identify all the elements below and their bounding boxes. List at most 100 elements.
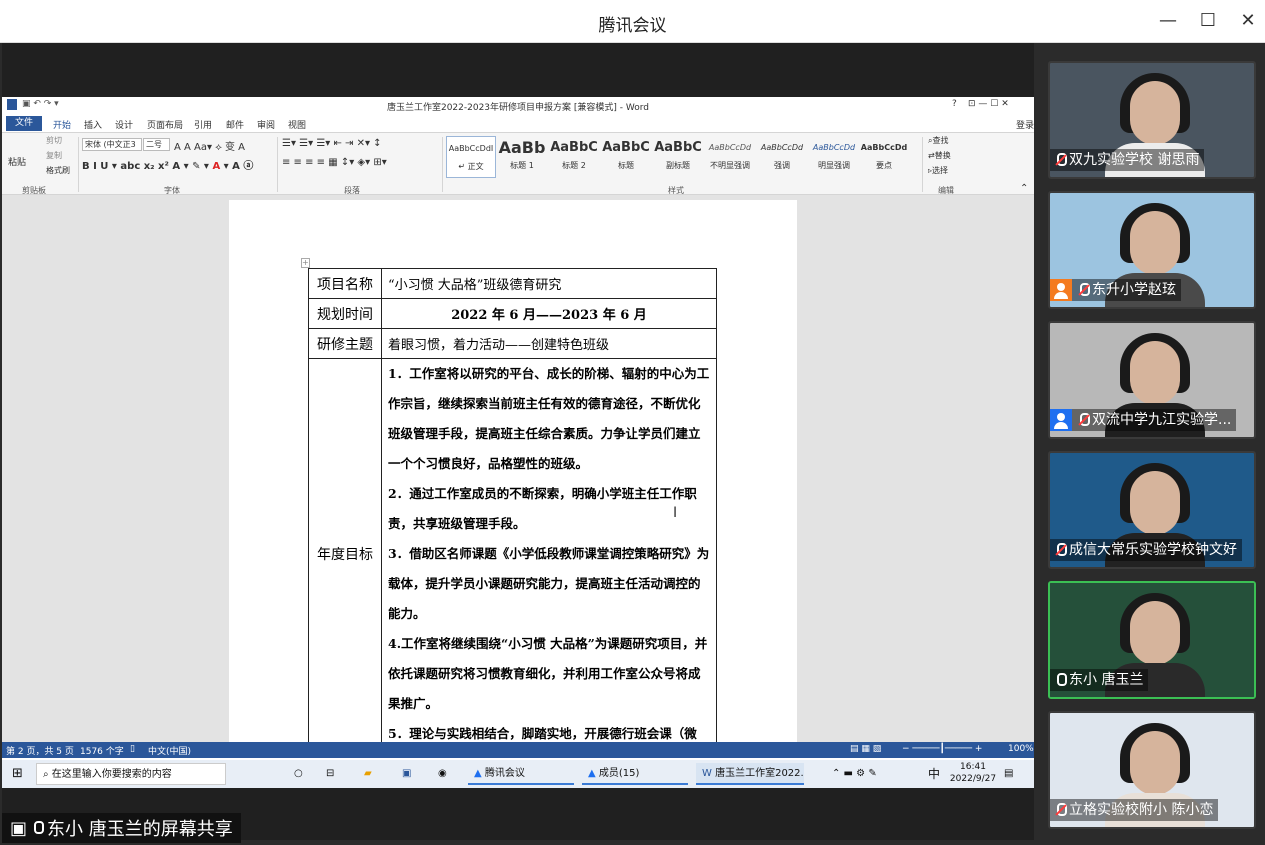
tab-view[interactable]: 视图 bbox=[288, 118, 306, 131]
taskbar-search[interactable]: ⌕ 在这里输入你要搜索的内容 bbox=[36, 763, 226, 785]
font-format-icons[interactable]: B I U ▾ abc x₂ x² A ▾ ✎ ▾ A ▾ A ⓐ bbox=[82, 157, 253, 172]
login-link[interactable]: 登录 bbox=[1016, 118, 1034, 131]
participant-tile[interactable]: 双流中学九江实验学... bbox=[1048, 321, 1256, 439]
page-count[interactable]: 第 2 页，共 5 页 bbox=[6, 744, 74, 757]
paste-button[interactable]: 粘贴 bbox=[8, 155, 26, 168]
ribbon: 粘贴 剪切 复制 格式刷 剪贴板 宋体 (中文正3 二号 A A Aa▾ ⟡ 变… bbox=[2, 132, 1034, 195]
table-row: 规划时间 2022 年 6 月——2023 年 6 月 bbox=[308, 298, 717, 329]
mic-icon bbox=[31, 821, 45, 835]
list-icons[interactable]: ☰▾ ☰▾ ☰▾ ⇤ ⇥ ✕▾ ↕ bbox=[282, 138, 382, 149]
close-button[interactable]: ✕ bbox=[1236, 10, 1260, 31]
cut-button[interactable]: 剪切 bbox=[46, 135, 62, 146]
select-button[interactable]: ▹选择 bbox=[928, 165, 948, 176]
participant-name-tag: 东小 唐玉兰 bbox=[1050, 669, 1149, 691]
tab-insert[interactable]: 插入 bbox=[84, 118, 102, 131]
task-view-icon[interactable]: ⊟ bbox=[326, 763, 334, 785]
word-icon: W bbox=[702, 768, 716, 779]
participant-tile-active-speaker[interactable]: 东小 唐玉兰 bbox=[1048, 581, 1256, 699]
tab-layout[interactable]: 页面布局 bbox=[147, 118, 183, 131]
taskbar-app-word[interactable]: W 唐玉兰工作室2022... bbox=[696, 763, 804, 785]
tab-file[interactable]: 文件 bbox=[6, 116, 42, 131]
style-emphasis[interactable]: AaBbCcDd 强调 bbox=[757, 136, 807, 178]
tab-home[interactable]: 开始 bbox=[53, 118, 71, 131]
find-button[interactable]: ⌕查找 bbox=[928, 135, 948, 146]
mic-icon bbox=[1054, 673, 1067, 687]
replace-button[interactable]: ⇄替换 bbox=[928, 150, 951, 161]
language-status[interactable]: 中文(中国) bbox=[148, 744, 191, 757]
participant-tile[interactable]: 东升小学赵玹 bbox=[1048, 191, 1256, 309]
maximize-button[interactable]: ☐ bbox=[1196, 10, 1220, 31]
tencent-meeting-icon: ▲ bbox=[474, 768, 485, 779]
collapse-ribbon-icon[interactable]: ⌃ bbox=[1020, 183, 1028, 194]
participant-tile[interactable]: 立格实验校附小 陈小恋 bbox=[1048, 711, 1256, 829]
font-size-grow-icon[interactable]: A A Aa▾ ⟡ 变 A bbox=[174, 138, 245, 153]
table-cell-value: 着眼习惯，着力活动——创建特色班级 bbox=[381, 328, 717, 359]
word-count[interactable]: 1576 个字 bbox=[80, 744, 124, 757]
participant-tile[interactable]: 双九实验学校 谢思雨 bbox=[1048, 61, 1256, 179]
font-name-select[interactable]: 宋体 (中文正3 bbox=[82, 138, 142, 151]
divider bbox=[922, 137, 923, 192]
notification-icon[interactable]: ▤ bbox=[1004, 763, 1013, 785]
ime-indicator[interactable]: 中 bbox=[928, 763, 940, 785]
tab-mailings[interactable]: 邮件 bbox=[226, 118, 244, 131]
mic-muted-icon bbox=[1054, 543, 1067, 557]
align-icons[interactable]: ≡ ≡ ≡ ≡ ▦ ↕▾ ◈▾ ⊞▾ bbox=[282, 157, 387, 168]
windows-start-icon[interactable]: ⊞ bbox=[12, 763, 23, 785]
style-strong[interactable]: AaBbCcDd 要点 bbox=[859, 136, 909, 178]
table-cell-value: “小习惯 大品格”班级德育研究 bbox=[381, 268, 717, 299]
file-explorer-icon[interactable]: ▰ bbox=[364, 763, 372, 785]
taskbar-app-meeting[interactable]: ▲ 腾讯会议 bbox=[468, 763, 574, 785]
taskbar-app-members[interactable]: ▲ 成员(15) bbox=[582, 763, 688, 785]
app-title: 腾讯会议 bbox=[598, 16, 667, 36]
participant-name-tag: 成信大常乐实验学校钟文好 bbox=[1050, 539, 1242, 561]
screen-share-label: ▣ 东小 唐玉兰的屏幕共享 bbox=[2, 813, 241, 843]
qq-icon[interactable]: ◉ bbox=[438, 763, 447, 785]
style-normal[interactable]: AaBbCcDdI ↵ 正文 bbox=[446, 136, 496, 178]
screen-share-label-text: 东小 唐玉兰的屏幕共享 bbox=[47, 819, 233, 840]
zoom-slider[interactable]: − ─────┃───── + bbox=[902, 744, 982, 754]
font-size-select[interactable]: 二号 bbox=[143, 138, 170, 151]
tab-design[interactable]: 设计 bbox=[115, 118, 133, 131]
tencent-meeting-icon: ▲ bbox=[588, 768, 599, 779]
table-row: 年度目标 1．工作室将以研究的平台、成长的阶梯、辐射的中心为工作宗旨，继续探索当… bbox=[308, 358, 717, 742]
goal-item: 2．通过工作室成员的不断探索，明确小学班主任工作职责，共享班级管理手段。 bbox=[388, 486, 697, 531]
view-mode-icons[interactable]: ▤ ▦ ▧ bbox=[850, 744, 881, 754]
style-subtitle[interactable]: AaBbC 副标题 bbox=[653, 136, 703, 178]
word-window-controls[interactable]: ⊡ — ☐ ✕ bbox=[968, 99, 1009, 109]
participant-tile[interactable]: 成信大常乐实验学校钟文好 bbox=[1048, 451, 1256, 569]
document-area: + 项目名称 “小习惯 大品格”班级德育研究 规划时间 2022 年 6 月——… bbox=[2, 195, 1034, 742]
zoom-level[interactable]: 100% bbox=[1008, 744, 1034, 754]
cortana-icon[interactable]: ○ bbox=[294, 763, 303, 785]
table-move-handle-icon[interactable]: + bbox=[301, 258, 310, 268]
tab-review[interactable]: 审阅 bbox=[257, 118, 275, 131]
table-row: 研修主题 着眼习惯，着力活动——创建特色班级 bbox=[308, 328, 717, 359]
goal-item: 4.工作室将继续围绕“小习惯 大品格”为课题研究项目，并依托课题研究将习惯教育细… bbox=[388, 636, 708, 711]
taskbar-clock[interactable]: 16:41 2022/9/27 bbox=[948, 761, 998, 785]
format-painter-button[interactable]: 格式刷 bbox=[46, 165, 70, 176]
tab-references[interactable]: 引用 bbox=[194, 118, 212, 131]
copy-button[interactable]: 复制 bbox=[46, 150, 62, 161]
proofing-icon[interactable]: ▯ bbox=[130, 744, 135, 754]
mic-muted-icon bbox=[1077, 283, 1090, 297]
table-row: 项目名称 “小习惯 大品格”班级德育研究 bbox=[308, 268, 717, 299]
style-subtle-emphasis[interactable]: AaBbCcDd 不明显强调 bbox=[705, 136, 755, 178]
participant-face bbox=[1130, 211, 1180, 275]
style-heading2[interactable]: AaBbC 标题 2 bbox=[549, 136, 599, 178]
table-cell-value: 2022 年 6 月——2023 年 6 月 bbox=[381, 298, 717, 329]
store-icon[interactable]: ▣ bbox=[402, 763, 411, 785]
table-cell-label: 年度目标 bbox=[308, 358, 382, 742]
divider bbox=[277, 137, 278, 192]
minimize-button[interactable]: — bbox=[1156, 10, 1180, 31]
divider bbox=[442, 137, 443, 192]
tray-icons[interactable]: ⌃ ▬ ⚙ ✎ bbox=[832, 763, 877, 785]
avatar-icon bbox=[1050, 409, 1072, 431]
style-title[interactable]: AaBbC 标题 bbox=[601, 136, 651, 178]
app-titlebar: 腾讯会议 — ☐ ✕ bbox=[0, 0, 1265, 43]
style-heading1[interactable]: AaBb 标题 1 bbox=[497, 136, 547, 178]
word-statusbar: 第 2 页，共 5 页 1576 个字 ▯ 中文(中国) ▤ ▦ ▧ − ───… bbox=[2, 742, 1034, 758]
screen-share-icon: ▣ bbox=[10, 817, 28, 839]
document-page[interactable]: + 项目名称 “小习惯 大品格”班级德育研究 规划时间 2022 年 6 月——… bbox=[229, 200, 797, 742]
style-intense-emphasis[interactable]: AaBbCcDd 明显强调 bbox=[809, 136, 859, 178]
help-icon[interactable]: ? bbox=[952, 99, 957, 109]
participants-panel: 双九实验学校 谢思雨 东升小学赵玹 双流中学九江实验学... 成信大常乐实验学校… bbox=[1036, 43, 1265, 845]
